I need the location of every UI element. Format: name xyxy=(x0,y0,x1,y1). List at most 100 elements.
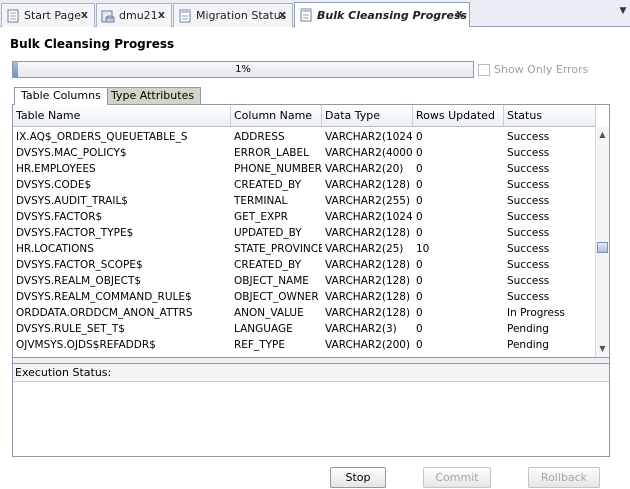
rows-updated-cell: 0 xyxy=(416,307,423,319)
tab-label: dmu21 xyxy=(119,9,158,22)
table-columns-panel: Table Name Column Name Data Type Rows Up… xyxy=(12,104,610,358)
status-cell: Success xyxy=(507,195,550,207)
tab-start-page[interactable]: Start Page x xyxy=(1,3,95,27)
table-name-cell: IX.AQ$_ORDERS_QUEUETABLE_S xyxy=(16,131,188,143)
rows-updated-cell: 0 xyxy=(416,195,423,207)
table-row[interactable]: DVSYS.MAC_POLICY$ ERROR_LABEL VARCHAR2(400… xyxy=(13,145,596,161)
column-name-cell: REF_TYPE xyxy=(234,339,286,351)
tab-label: Bulk Cleansing Progress xyxy=(317,8,468,22)
table-name-cell: DVSYS.AUDIT_TRAIL$ xyxy=(16,195,128,207)
rows-updated-cell: 0 xyxy=(416,291,423,303)
data-type-cell: VARCHAR2(1024) xyxy=(325,211,413,223)
status-cell: Success xyxy=(507,163,550,175)
execution-status-panel: Execution Status: xyxy=(12,363,610,457)
execution-status-label: Execution Status: xyxy=(13,364,609,382)
vertical-scrollbar[interactable]: ▲ ▼ xyxy=(595,127,609,357)
rows-updated-cell: 0 xyxy=(416,339,423,351)
status-cell: Success xyxy=(507,211,550,223)
column-name-cell: ANON_VALUE xyxy=(234,307,304,319)
page-icon xyxy=(7,9,19,22)
rows-updated-cell: 0 xyxy=(416,259,423,271)
data-type-cell: VARCHAR2(3) xyxy=(325,323,397,335)
show-only-errors-checkbox[interactable]: Show Only Errors xyxy=(478,63,588,76)
column-name-cell: PHONE_NUMBER xyxy=(234,163,322,175)
column-name-cell: GET_EXPR xyxy=(234,211,288,223)
scroll-down-icon[interactable]: ▼ xyxy=(596,343,609,355)
table-row[interactable]: DVSYS.FACTOR$ GET_EXPR VARCHAR2(1024) 0 Succ… xyxy=(13,209,596,225)
table-row[interactable]: DVSYS.CODE$ CREATED_BY VARCHAR2(128) 0 Succe… xyxy=(13,177,596,193)
column-name-cell: LANGUAGE xyxy=(234,323,293,335)
rows-updated-cell: 0 xyxy=(416,323,423,335)
tab-migration-status[interactable]: Migration Status x xyxy=(173,3,293,27)
table-row[interactable]: HR.EMPLOYEES PHONE_NUMBER VARCHAR2(20) 0 Suc… xyxy=(13,161,596,177)
close-icon[interactable]: x xyxy=(81,8,88,21)
table-name-cell: DVSYS.FACTOR_SCOPE$ xyxy=(16,259,143,271)
table-name-cell: DVSYS.RULE_SET_T$ xyxy=(16,323,125,335)
close-icon[interactable]: x xyxy=(279,8,286,21)
page-title: Bulk Cleansing Progress xyxy=(10,37,175,51)
data-type-cell: VARCHAR2(20) xyxy=(325,163,404,175)
status-cell: Success xyxy=(507,131,550,143)
column-header-status[interactable]: Status xyxy=(504,105,596,127)
table-body: IX.AQ$_ORDERS_QUEUETABLE_S ADDRESS VARCHAR… xyxy=(13,129,596,353)
column-header-column-name[interactable]: Column Name xyxy=(231,105,322,127)
column-name-cell: CREATED_BY xyxy=(234,259,302,271)
table-name-cell: HR.LOCATIONS xyxy=(16,243,94,255)
progress-label: 1% xyxy=(235,64,251,75)
table-row[interactable]: DVSYS.REALM_COMMAND_RULE$ OBJECT_OWNER VAR… xyxy=(13,289,596,305)
column-name-cell: OBJECT_NAME xyxy=(234,275,309,287)
table-row[interactable]: DVSYS.AUDIT_TRAIL$ TERMINAL VARCHAR2(255) 0… xyxy=(13,193,596,209)
column-name-cell: TERMINAL xyxy=(234,195,288,207)
data-type-cell: VARCHAR2(128) xyxy=(325,259,411,271)
scroll-up-icon[interactable]: ▲ xyxy=(596,129,609,141)
table-row[interactable]: DVSYS.RULE_SET_T$ LANGUAGE VARCHAR2(3) 0 Pen… xyxy=(13,321,596,337)
tab-bulk-cleansing-progress[interactable]: Bulk Cleansing Progress x xyxy=(294,2,470,27)
stop-button[interactable]: Stop xyxy=(330,467,386,488)
table-row[interactable]: DVSYS.FACTOR_TYPE$ UPDATED_BY VARCHAR2(128… xyxy=(13,225,596,241)
status-cell: Pending xyxy=(507,323,549,335)
table-name-cell: OJVMSYS.OJDS$REFADDR$ xyxy=(16,339,156,351)
table-row[interactable]: HR.LOCATIONS STATE_PROVINCE VARCHAR2(25) 10… xyxy=(13,241,596,257)
scroll-thumb[interactable] xyxy=(597,242,608,253)
column-header-table-name[interactable]: Table Name xyxy=(13,105,231,127)
database-icon xyxy=(101,10,115,22)
status-cell: Pending xyxy=(507,339,549,351)
commit-button[interactable]: Commit xyxy=(423,467,491,488)
table-name-cell: HR.EMPLOYEES xyxy=(16,163,96,175)
data-type-cell: VARCHAR2(255) xyxy=(325,195,411,207)
table-row[interactable]: OJVMSYS.OJDS$REFADDR$ REF_TYPE VARCHAR2(20… xyxy=(13,337,596,353)
rollback-button[interactable]: Rollback xyxy=(528,467,600,488)
column-header-rows-updated[interactable]: Rows Updated xyxy=(413,105,504,127)
status-cell: Success xyxy=(507,275,550,287)
close-icon[interactable]: x xyxy=(456,7,463,20)
data-type-cell: VARCHAR2(25) xyxy=(325,243,404,255)
data-type-cell: VARCHAR2(1024) xyxy=(325,131,413,143)
column-name-cell: UPDATED_BY xyxy=(234,227,302,239)
table-row[interactable]: ORDDATA.ORDDCM_ANON_ATTRS ANON_VALUE VARCH… xyxy=(13,305,596,321)
close-icon[interactable]: x xyxy=(158,8,165,21)
status-cell: Success xyxy=(507,291,550,303)
data-type-cell: VARCHAR2(128) xyxy=(325,291,411,303)
document-icon xyxy=(179,9,191,22)
table-row[interactable]: IX.AQ$_ORDERS_QUEUETABLE_S ADDRESS VARCHAR… xyxy=(13,129,596,145)
tab-type-attributes[interactable]: Type Attributes xyxy=(104,87,202,104)
column-name-cell: ERROR_LABEL xyxy=(234,147,309,159)
table-name-cell: DVSYS.MAC_POLICY$ xyxy=(16,147,127,159)
table-name-cell: DVSYS.FACTOR_TYPE$ xyxy=(16,227,134,239)
rows-updated-cell: 0 xyxy=(416,147,423,159)
table-row[interactable]: DVSYS.REALM_OBJECT$ OBJECT_NAME VARCHAR2(1… xyxy=(13,273,596,289)
tab-table-columns[interactable]: Table Columns xyxy=(14,87,108,105)
table-name-cell: ORDDATA.ORDDCM_ANON_ATTRS xyxy=(16,307,193,319)
column-header-data-type[interactable]: Data Type xyxy=(322,105,413,127)
checkbox-box[interactable] xyxy=(478,63,490,76)
data-type-cell: VARCHAR2(128) xyxy=(325,307,411,319)
table-row[interactable]: DVSYS.FACTOR_SCOPE$ CREATED_BY VARCHAR2(12… xyxy=(13,257,596,273)
tab-dmu21[interactable]: dmu21 x xyxy=(96,3,172,27)
table-name-cell: DVSYS.REALM_OBJECT$ xyxy=(16,275,142,287)
tab-list-menu-icon[interactable]: ▼ xyxy=(618,6,628,16)
rows-updated-cell: 0 xyxy=(416,211,423,223)
column-name-cell: OBJECT_OWNER xyxy=(234,291,319,303)
column-name-cell: STATE_PROVINCE xyxy=(234,243,322,255)
column-name-cell: ADDRESS xyxy=(234,131,285,143)
rows-updated-cell: 0 xyxy=(416,275,423,287)
